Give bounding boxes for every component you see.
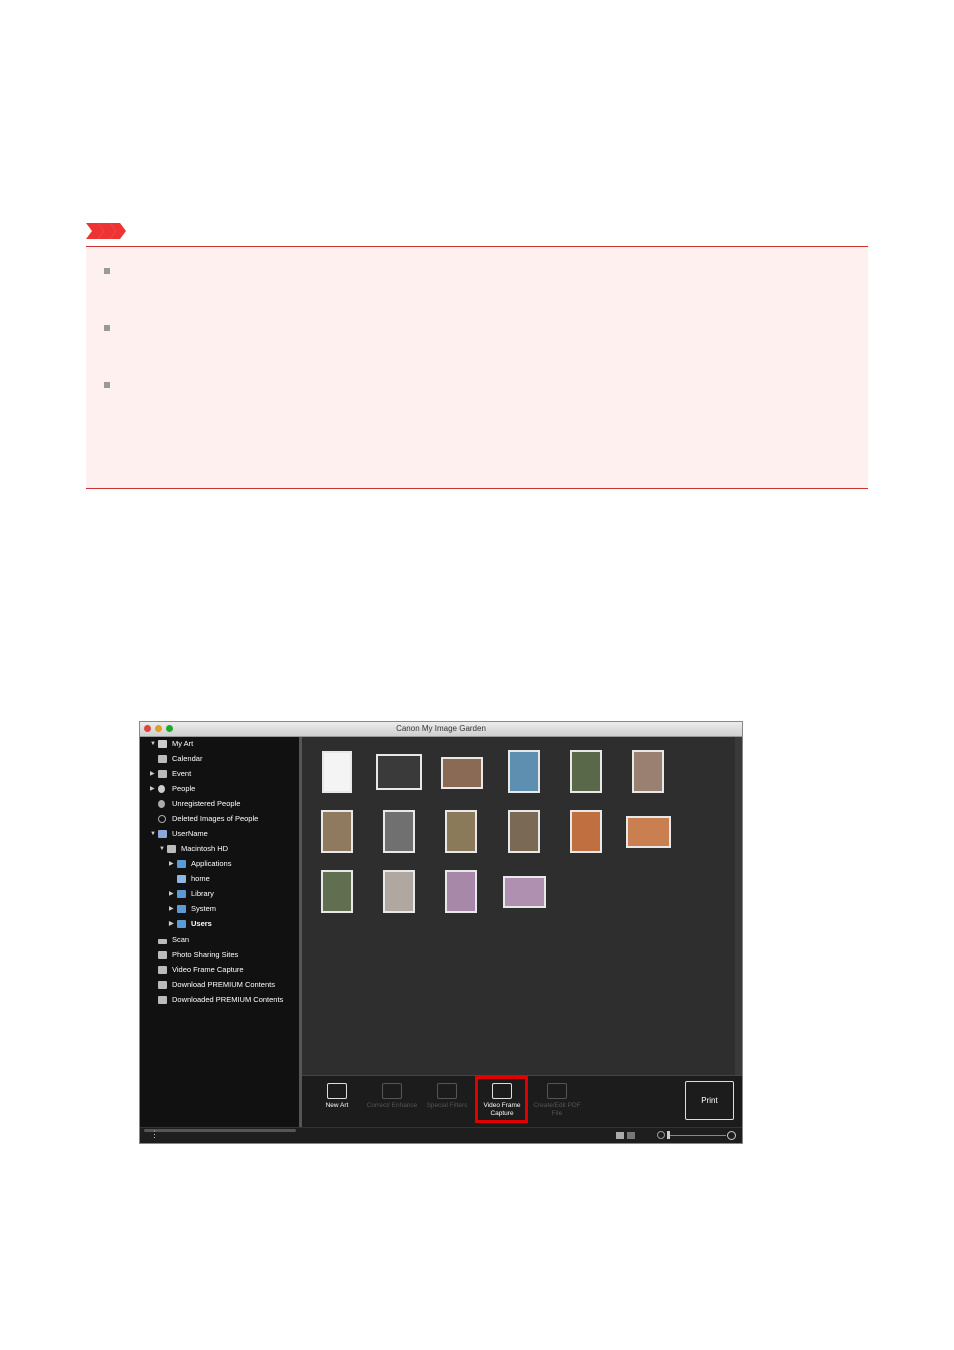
expand-arrow-icon[interactable]: ▼ (150, 737, 156, 751)
thumbnail[interactable] (376, 754, 422, 790)
highlight-box (475, 1076, 528, 1123)
app-window: Canon My Image Garden ▼ My Art Calendar … (140, 722, 742, 1143)
folder-icon (177, 920, 186, 928)
expand-arrow-icon[interactable]: ▶ (169, 857, 174, 871)
zoom-slider[interactable] (668, 1135, 726, 1136)
zoom-in-icon[interactable] (727, 1131, 736, 1140)
create-edit-pdf-button[interactable]: Create/Edit PDF File (530, 1081, 584, 1125)
bullet-icon (104, 268, 110, 274)
thumbnail[interactable] (322, 751, 352, 793)
thumbnail[interactable] (570, 750, 602, 793)
zoom-out-icon[interactable] (657, 1131, 665, 1139)
vertical-scrollbar[interactable] (735, 737, 742, 1075)
correct-enhance-icon (382, 1083, 402, 1099)
sidebar[interactable]: ▼ My Art Calendar ▶ Event ▶ People Unreg… (140, 737, 299, 1127)
folder-icon (177, 905, 186, 913)
thumbnail[interactable] (441, 757, 483, 789)
folder-icon (177, 890, 186, 898)
expand-arrow-icon[interactable]: ▼ (150, 827, 156, 841)
expand-arrow-icon[interactable]: ▶ (169, 887, 174, 901)
title-bar: Canon My Image Garden (140, 722, 742, 737)
download-icon (158, 981, 167, 989)
expand-arrow-icon[interactable]: ▶ (150, 782, 155, 796)
new-art-icon (327, 1083, 347, 1099)
hard-drive-icon (167, 845, 176, 853)
important-icon (86, 223, 126, 239)
thumbnail[interactable] (626, 816, 671, 848)
status-bar: ⋮ (140, 1127, 742, 1143)
computer-icon (158, 830, 167, 838)
thumbnail[interactable] (503, 876, 546, 908)
expand-arrow-icon[interactable]: ▶ (169, 917, 174, 931)
people-icon (158, 785, 165, 793)
special-filters-icon (437, 1083, 457, 1099)
thumbnail[interactable] (508, 810, 540, 853)
pdf-icon (547, 1083, 567, 1099)
scan-icon (158, 939, 167, 944)
correct-enhance-button[interactable]: Correct/ Enhance (365, 1081, 419, 1125)
bottom-toolbar: New Art Correct/ Enhance Special Filters… (302, 1075, 742, 1128)
thumbnail[interactable] (570, 810, 602, 853)
photo-sharing-icon (158, 951, 167, 959)
my-art-icon (158, 740, 167, 748)
calendar-icon (158, 755, 167, 763)
folder-icon (177, 860, 186, 868)
thumbnail[interactable] (508, 750, 540, 793)
thumbnail[interactable] (445, 810, 477, 853)
expand-arrow-icon[interactable]: ▶ (169, 902, 174, 916)
thumbnail[interactable] (321, 810, 353, 853)
thumbnail[interactable] (383, 870, 415, 913)
bullet-icon (104, 325, 110, 331)
downloaded-icon (158, 996, 167, 1004)
thumbnail[interactable] (383, 810, 415, 853)
list-view-icon[interactable] (616, 1132, 624, 1139)
sidebar-horizontal-scrollbar[interactable] (144, 1129, 296, 1132)
print-button[interactable]: Print (685, 1081, 734, 1120)
thumbnail[interactable] (445, 870, 477, 913)
expand-arrow-icon[interactable]: ▼ (159, 842, 165, 856)
expand-arrow-icon[interactable]: ▶ (150, 767, 155, 781)
important-note-box (86, 246, 868, 489)
info-icon[interactable]: ⋮ (150, 1129, 159, 1140)
thumbnail-area[interactable] (302, 737, 742, 1075)
video-frame-icon (158, 966, 167, 974)
thumbnail[interactable] (321, 870, 353, 913)
zoom-slider-handle[interactable] (667, 1131, 670, 1139)
grid-view-icon[interactable] (627, 1132, 635, 1139)
special-filters-button[interactable]: Special Filters (420, 1081, 474, 1125)
bullet-icon (104, 382, 110, 388)
thumbnail[interactable] (632, 750, 664, 793)
window-title: Canon My Image Garden (396, 724, 486, 733)
event-icon (158, 770, 167, 778)
deleted-people-icon (158, 815, 166, 823)
unregistered-people-icon (158, 800, 165, 808)
home-icon (177, 875, 186, 883)
new-art-button[interactable]: New Art (310, 1081, 364, 1125)
